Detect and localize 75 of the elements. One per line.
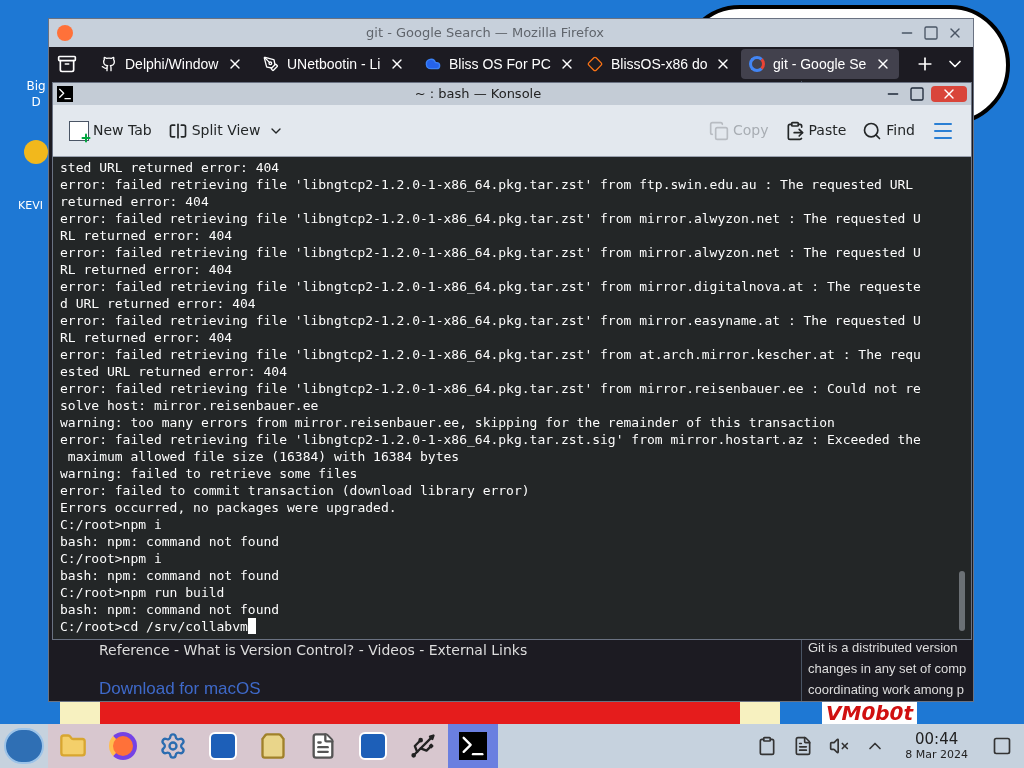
page-heading: Download for macOS: [99, 679, 262, 699]
browser-tab[interactable]: git - Google Se: [741, 49, 899, 79]
terminal-line: warning: failed to retrieve some files: [60, 465, 358, 482]
copy-icon: [709, 120, 729, 141]
github-icon: [101, 56, 117, 72]
terminal-line: error: failed retrieving file 'libngtcp2-1.2.0-1-x86_64.pkg.tar.zst' from mirror.alwyzon.net : The requested U: [60, 210, 921, 227]
maximize-icon[interactable]: [907, 86, 927, 102]
terminal-line: C:/root>npm i: [60, 550, 162, 567]
terminal-line: RL returned error: 404: [60, 329, 233, 346]
browser-tab[interactable]: BlissOS-x86 do: [579, 49, 737, 79]
muted-speaker-icon[interactable]: [829, 736, 850, 756]
terminal-line: C:/root>npm run build: [60, 584, 225, 601]
start-button[interactable]: [4, 728, 44, 764]
taskbar-item[interactable]: [398, 724, 448, 768]
browser-tab[interactable]: Delphi/Window: [93, 49, 251, 79]
terminal-line: Errors occurred, no packages were upgraded.: [60, 499, 397, 516]
terminal-line: error: failed retrieving file 'libngtcp2-1.2.0-1-x86_64.pkg.tar.zst' from ftp.swin.edu.au : The requested URL: [60, 176, 914, 193]
usb-icon: [409, 732, 437, 760]
sun-icon: [24, 140, 48, 164]
terminal-line: error: failed retrieving file 'libngtcp2-1.2.0-1-x86_64.pkg.tar.zst' from at.arch.mirror.kescher.at : The requ: [60, 346, 921, 363]
terminal-line: RL returned error: 404: [60, 227, 233, 244]
clipboard-icon[interactable]: [757, 736, 778, 756]
show-desktop-icon[interactable]: [992, 736, 1012, 756]
terminal-line: maximum allowed file size (16384) with 16384 bytes: [66, 448, 460, 465]
tab-list-icon[interactable]: [57, 54, 77, 74]
google-g-icon: [749, 56, 765, 72]
browser-tab[interactable]: UNetbootin - Li: [255, 49, 413, 79]
terminal-line: sted URL returned error: 404: [60, 159, 280, 176]
pen-icon: [263, 56, 279, 72]
terminal-line: RL returned error: 404: [60, 261, 233, 278]
terminal-line: error: failed retrieving file 'libngtcp2-1.2.0-1-x86_64.pkg.tar.zst.sig' from mirror.hostart.az : Exceeded the: [60, 431, 921, 448]
scrollbar-thumb[interactable]: [959, 571, 965, 631]
toolbar-button[interactable]: Split View: [167, 120, 285, 141]
diamond-icon: [587, 56, 603, 72]
terminal-line: bash: npm: command not found: [60, 567, 280, 584]
terminal-line: error: failed to commit transaction (download library error): [60, 482, 530, 499]
window-title: ~ : bash — Konsole: [413, 85, 543, 104]
search-icon: [862, 120, 883, 141]
terminal-line: d URL returned error: 404: [60, 295, 256, 312]
clock-date: 8 Mar 2024: [905, 747, 968, 762]
terminal-line: bash: npm: command not found: [60, 601, 280, 618]
terminal-line: error: failed retrieving file 'libngtcp2-1.2.0-1-x86_64.pkg.tar.zst' from mirror.digitalnova.at : The requeste: [60, 278, 921, 295]
terminal-line: error: failed retrieving file 'libngtcp2-1.2.0-1-x86_64.pkg.tar.zst' from mirror.easyname.at : The requested U: [60, 312, 921, 329]
terminal-icon: [459, 732, 487, 760]
page-text-line: Git is a distributed version: [808, 639, 958, 657]
browser-tab[interactable]: Bliss OS For PC: [417, 49, 575, 79]
terminal-line: bash: npm: command not found: [60, 533, 280, 550]
settings-icon: [159, 732, 187, 760]
maximize-icon[interactable]: [921, 25, 941, 41]
page-links[interactable]: Reference - What is Version Control? - Videos - External Links: [99, 640, 801, 661]
page-text-line: changes in any set of comp: [808, 660, 967, 678]
new-tab-icon: [69, 120, 89, 141]
desktop-icon-label: KEVI: [18, 198, 43, 214]
clock-time: 00:44: [915, 730, 959, 748]
page-text-line: coordinating work among p: [808, 681, 965, 699]
terminal-line: error: failed retrieving file 'libngtcp2-1.2.0-1-x86_64.pkg.tar.zst' from mirror.alwyzon.net : The requested U: [60, 244, 921, 261]
terminal-line: error: failed retrieving file 'libngtcp2-1.2.0-1-x86_64.pkg.tar.zst' from mirror.reisenbauer.ee : Could not re: [60, 380, 921, 397]
window-title: git - Google Search — Mozilla Firefox: [365, 24, 605, 43]
toolbar-button[interactable]: New Tab: [69, 120, 152, 141]
terminal-icon: [57, 86, 73, 102]
toolbar-button[interactable]: Paste: [784, 120, 847, 141]
folder-icon: [59, 732, 87, 760]
terminal-line: returned error: 404: [60, 193, 209, 210]
notes-icon[interactable]: [793, 736, 814, 756]
wallpaper-text: VM0b0t: [822, 702, 918, 724]
cursor: [247, 618, 256, 634]
cloud-icon: [425, 56, 441, 72]
toolbar-button[interactable]: Find: [862, 120, 915, 141]
terminal-line: C:/root>npm i: [60, 516, 162, 533]
terminal-line: warning: too many errors from mirror.reisenbauer.ee, skipping for the remainder of this transaction: [60, 414, 835, 431]
terminal-line: C:/root>cd /srv/collabvm: [60, 618, 248, 635]
terminal-line: ested URL returned error: 404: [60, 363, 287, 380]
terminal-line: solve host: mirror.reisenbauer.ee: [60, 397, 319, 414]
desktop-icon-label: Big D: [25, 78, 47, 110]
taskbar-item[interactable]: [448, 724, 498, 768]
